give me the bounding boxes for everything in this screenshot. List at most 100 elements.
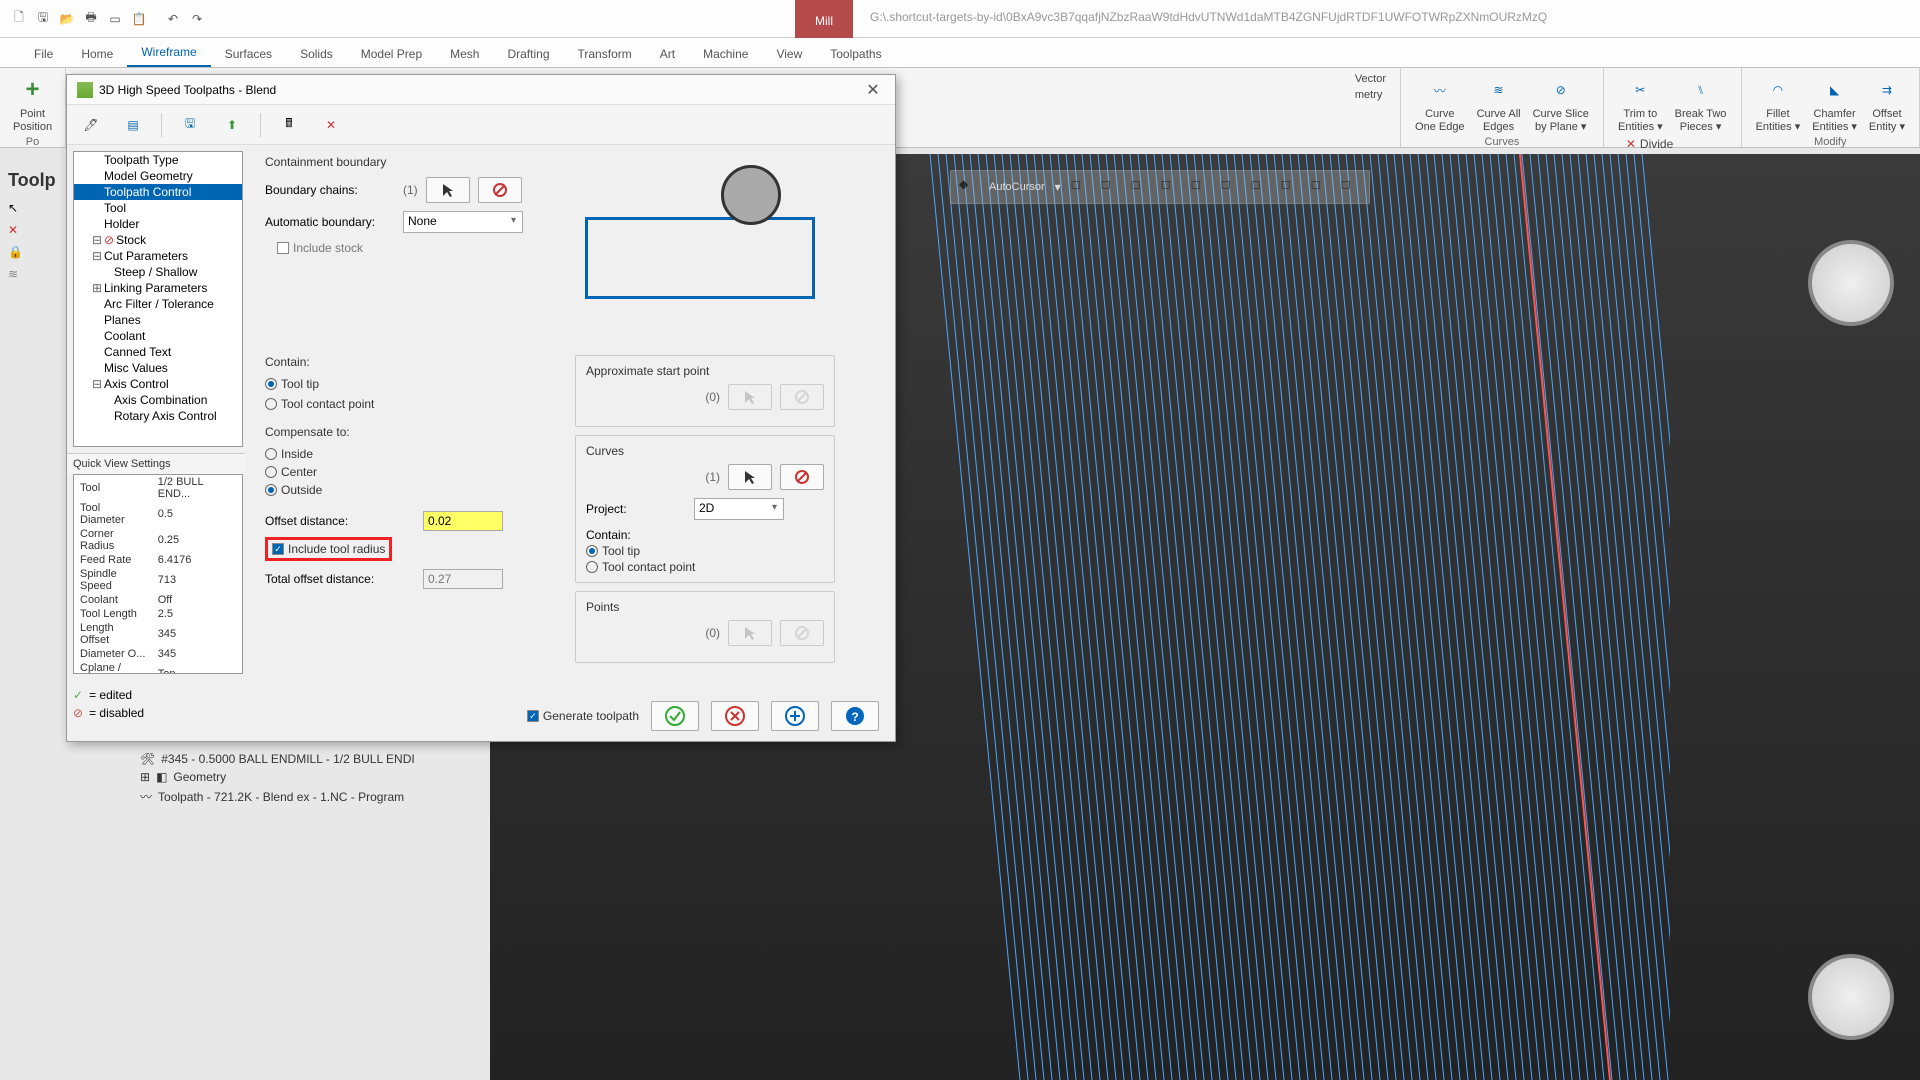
- tree-item[interactable]: Planes: [74, 312, 242, 328]
- vp-tool-7[interactable]: ◻: [1251, 177, 1271, 197]
- generate-toolpath-checkbox[interactable]: [527, 710, 539, 722]
- tab-model-prep[interactable]: Model Prep: [347, 41, 436, 67]
- comp-inside-radio[interactable]: [265, 448, 277, 460]
- tool-btn-1[interactable]: 🖊: [77, 111, 105, 139]
- point-position-button[interactable]: + Point Position: [11, 72, 54, 136]
- dialog-tree[interactable]: Toolpath TypeModel GeometryToolpath Cont…: [73, 151, 243, 447]
- tree-item[interactable]: Coolant: [74, 328, 242, 344]
- vp-tool-3[interactable]: ◻: [1131, 177, 1151, 197]
- curves-contact-radio[interactable]: [586, 561, 598, 573]
- offset-dist-input[interactable]: [423, 511, 503, 531]
- cancel-button[interactable]: [711, 701, 759, 731]
- vp-tool-5[interactable]: ◻: [1191, 177, 1211, 197]
- tree-item[interactable]: ⊟Cut Parameters: [74, 248, 242, 264]
- tool-import-btn[interactable]: ⬆: [218, 111, 246, 139]
- break-two-button[interactable]: ⑊Break Two Pieces ▾: [1673, 72, 1729, 136]
- tree-item[interactable]: Arc Filter / Tolerance: [74, 296, 242, 312]
- vp-tool-10[interactable]: ◻: [1341, 177, 1361, 197]
- dialog-titlebar[interactable]: 3D High Speed Toolpaths - Blend ✕: [67, 75, 895, 105]
- project-select[interactable]: 2D: [694, 498, 784, 520]
- offset-entity-button[interactable]: ⇉Offset Entity ▾: [1867, 72, 1907, 136]
- tree-item[interactable]: Toolpath Type: [74, 152, 242, 168]
- contain-contact-radio[interactable]: [265, 398, 277, 410]
- lock-icon[interactable]: 🔒: [8, 245, 68, 259]
- tree-item[interactable]: Holder: [74, 216, 242, 232]
- qat-new-icon[interactable]: 🗋: [8, 8, 30, 30]
- curves-clear-button[interactable]: [780, 464, 824, 490]
- vp-tool-1[interactable]: ◻: [1071, 177, 1091, 197]
- tree-item[interactable]: ⊞Linking Parameters: [74, 280, 242, 296]
- add-button[interactable]: [771, 701, 819, 731]
- trim-entities-button[interactable]: ✂Trim to Entities ▾: [1616, 72, 1665, 136]
- tree-geometry-line[interactable]: Geometry: [173, 770, 226, 784]
- tab-view[interactable]: View: [762, 41, 816, 67]
- contain-tooltip-radio[interactable]: [265, 378, 277, 390]
- vp-tool-2[interactable]: ◻: [1101, 177, 1121, 197]
- tab-solids[interactable]: Solids: [286, 41, 347, 67]
- divide-button[interactable]: ✕Divide: [1624, 136, 1729, 152]
- operations-tree[interactable]: 🛠#345 - 0.5000 BALL ENDMILL - 1/2 BULL E…: [110, 750, 490, 807]
- boundary-clear-button[interactable]: [478, 177, 522, 203]
- boundary-select-button[interactable]: [426, 177, 470, 203]
- fillet-button[interactable]: ◠Fillet Entities ▾: [1754, 72, 1803, 136]
- tab-machine[interactable]: Machine: [689, 41, 762, 67]
- vp-tool-6[interactable]: ◻: [1221, 177, 1241, 197]
- comp-outside-radio[interactable]: [265, 484, 277, 496]
- tree-item[interactable]: Canned Text: [74, 344, 242, 360]
- tree-item[interactable]: ⊟Axis Control: [74, 376, 242, 392]
- tab-mesh[interactable]: Mesh: [436, 41, 493, 67]
- curves-select-button[interactable]: [728, 464, 772, 490]
- vp-tool-9[interactable]: ◻: [1311, 177, 1331, 197]
- help-button[interactable]: ?: [831, 701, 879, 731]
- tree-item[interactable]: Tool: [74, 200, 242, 216]
- tree-item[interactable]: ⊟⊘Stock: [74, 232, 242, 248]
- tab-toolpaths[interactable]: Toolpaths: [816, 41, 895, 67]
- curve-slice-button[interactable]: ⊘Curve Slice by Plane ▾: [1531, 72, 1591, 136]
- tab-transform[interactable]: Transform: [564, 41, 646, 67]
- tree-item[interactable]: Rotary Axis Control: [74, 408, 242, 424]
- tree-item[interactable]: Model Geometry: [74, 168, 242, 184]
- tab-drafting[interactable]: Drafting: [493, 41, 563, 67]
- tree-item[interactable]: Axis Combination: [74, 392, 242, 408]
- tree-item[interactable]: Misc Values: [74, 360, 242, 376]
- curve-one-edge-button[interactable]: 〰Curve One Edge: [1413, 72, 1467, 136]
- select-arrow-icon[interactable]: ↖: [8, 201, 68, 215]
- qat-undo-icon[interactable]: ↶: [162, 8, 184, 30]
- dialog-close-button[interactable]: ✕: [861, 78, 885, 102]
- qat-clipboard-icon[interactable]: 📋: [128, 8, 150, 30]
- tool-calc-btn[interactable]: 🖩: [275, 111, 303, 139]
- rotation-gnomon-top[interactable]: [1808, 240, 1894, 326]
- tree-item[interactable]: Steep / Shallow: [74, 264, 242, 280]
- tab-wireframe[interactable]: Wireframe: [127, 39, 210, 67]
- tool-btn-2[interactable]: ▤: [119, 111, 147, 139]
- tool-save-btn[interactable]: 🖫: [176, 111, 204, 139]
- tab-home[interactable]: Home: [67, 41, 127, 67]
- tree-tool-line[interactable]: #345 - 0.5000 BALL ENDMILL - 1/2 BULL EN…: [161, 752, 414, 766]
- tool-delete-btn[interactable]: ✕: [317, 111, 345, 139]
- autocursor-icon[interactable]: ◆: [959, 177, 979, 197]
- tab-art[interactable]: Art: [646, 41, 689, 67]
- include-tool-radius-checkbox[interactable]: [272, 543, 284, 555]
- comp-center-radio[interactable]: [265, 466, 277, 478]
- tree-toolpath-line[interactable]: Toolpath - 721.2K - Blend ex - 1.NC - Pr…: [158, 790, 404, 804]
- vp-tool-4[interactable]: ◻: [1161, 177, 1181, 197]
- tree-item[interactable]: Toolpath Control: [74, 184, 242, 200]
- qat-save-icon[interactable]: 🖫: [32, 8, 54, 30]
- tab-file[interactable]: File: [20, 41, 67, 67]
- qat-redo-icon[interactable]: ↷: [186, 8, 208, 30]
- close-red-icon[interactable]: ✕: [8, 223, 68, 237]
- include-stock-checkbox[interactable]: [277, 242, 289, 254]
- curves-tooltip-radio[interactable]: [586, 545, 598, 557]
- chamfer-button[interactable]: ◣Chamfer Entities ▾: [1810, 72, 1859, 136]
- viewport-toolbar[interactable]: ◆ AutoCursor ▾ ◻ ◻ ◻ ◻ ◻ ◻ ◻ ◻ ◻ ◻: [950, 170, 1370, 204]
- curve-all-edges-button[interactable]: ≋Curve All Edges: [1475, 72, 1523, 136]
- qat-open-icon[interactable]: 📂: [56, 8, 78, 30]
- qat-screen-icon[interactable]: ▭: [104, 8, 126, 30]
- tab-surfaces[interactable]: Surfaces: [211, 41, 286, 67]
- rotation-gnomon-bottom[interactable]: [1808, 954, 1894, 1040]
- context-tab-mill[interactable]: Mill: [795, 0, 853, 38]
- auto-boundary-select[interactable]: None: [403, 211, 523, 233]
- wave-icon[interactable]: ≋: [8, 267, 68, 281]
- expand-icon[interactable]: ⊞: [140, 770, 150, 784]
- ok-button[interactable]: [651, 701, 699, 731]
